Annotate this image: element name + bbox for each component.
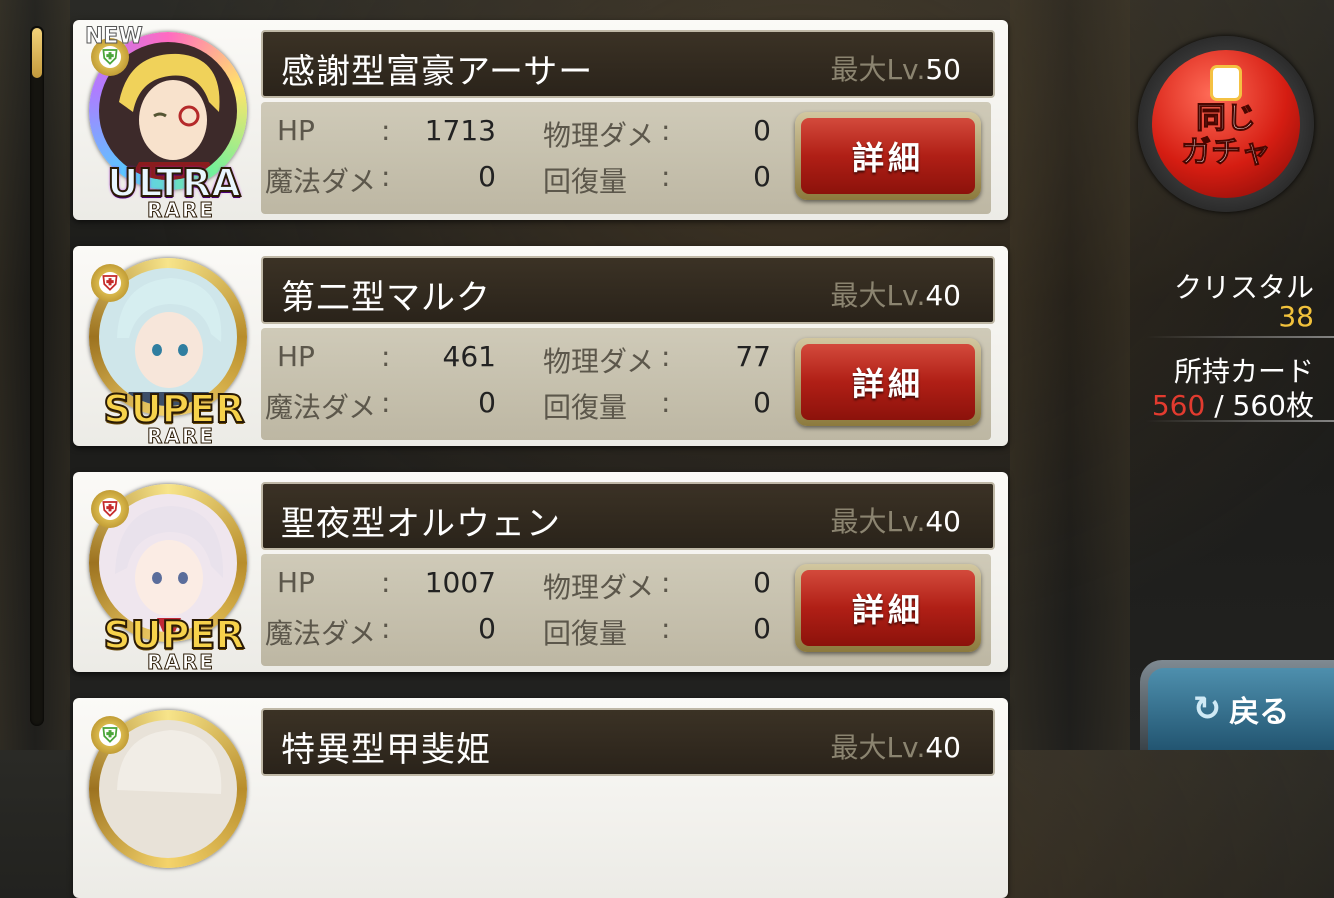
attribute-badge-icon: ⛨ [91,490,129,528]
character-portrait[interactable]: ⛨ SUPER RARE [79,252,247,449]
heal-colon: : [661,612,671,645]
card-name-bar: 特異型甲斐姫 最大Lv.40 [261,708,995,776]
mag-colon: : [381,612,391,645]
card-name: 感謝型富豪アーサー [281,52,594,92]
character-portrait[interactable]: ⛨ SUPER RARE [79,478,247,675]
gacha-icon [1213,68,1239,98]
same-gacha-button[interactable]: 同じ ガチャ [1138,36,1314,212]
rarity-label: ULTRA [106,161,241,205]
mag-label: 魔法ダメ [265,165,377,198]
back-button[interactable]: ↻ 戻る [1140,660,1334,750]
back-button-label: 戻る [1229,695,1290,730]
mag-value: 0 [478,612,496,645]
mag-label: 魔法ダメ [265,617,377,650]
mag-colon: : [381,160,391,193]
max-level: 最大Lv.40 [830,505,961,538]
max-level: 最大Lv.40 [830,279,961,312]
attribute-badge-icon: ⛨ [91,716,129,754]
max-level: 最大Lv.40 [830,731,961,764]
card-name-bar: 聖夜型オルウェン 最大Lv.40 [261,482,995,550]
rarity-sublabel: RARE [147,424,215,449]
mag-value: 0 [478,160,496,193]
phys-label: 物理ダメ [543,571,655,604]
back-button-face: ↻ 戻る [1148,668,1334,750]
return-arrow-icon: ↻ [1192,689,1222,729]
same-gacha-label: 同じ ガチャ [1181,101,1272,170]
mag-colon: : [381,386,391,419]
card-item[interactable]: ⛨ SUPER RARE 聖夜型オルウェン 最大Lv.40 HP : 1007 … [73,472,1008,675]
card-name: 特異型甲斐姫 [281,730,491,770]
heal-colon: : [661,386,671,419]
phys-value: 0 [753,566,771,599]
card-name: 第二型マルク [281,278,491,318]
heal-label: 回復量 [543,391,628,424]
character-portrait[interactable]: ⛨ [79,704,247,882]
card-name-bar: 第二型マルク 最大Lv.40 [261,256,995,324]
owned-cards-count: 560 / 560枚 [1151,389,1314,422]
heal-value: 0 [753,612,771,645]
scrollbar-track[interactable] [30,26,44,726]
card-item[interactable]: ⛨ SUPER RARE 第二型マルク 最大Lv.40 HP : 461 物理ダ… [73,246,1008,449]
phys-value: 0 [753,114,771,147]
hp-label: HP [277,340,315,373]
hp-colon: : [381,114,391,147]
crystal-value: 38 [1278,300,1314,333]
same-gacha-button-face: 同じ ガチャ [1152,50,1300,198]
rarity-sublabel: RARE [147,650,215,675]
detail-button[interactable]: 詳細 [795,564,981,652]
scrollbar-thumb[interactable] [32,28,42,78]
background-pillar [1010,0,1130,750]
detail-button-label: 詳細 [801,118,975,194]
card-name: 聖夜型オルウェン [281,504,561,544]
hp-value: 1007 [424,566,496,599]
character-portrait[interactable]: ⛨ NEW ULTRA RARE [79,24,247,223]
card-item[interactable]: ⛨ 特異型甲斐姫 最大Lv.40 [73,698,1008,898]
phys-value: 77 [735,340,771,373]
card-name-bar: 感謝型富豪アーサー 最大Lv.50 [261,30,995,98]
divider [1146,420,1334,422]
hp-value: 461 [442,340,496,373]
heal-colon: : [661,160,671,193]
detail-button-label: 詳細 [801,570,975,646]
detail-button[interactable]: 詳細 [795,112,981,200]
hp-label: HP [277,114,315,147]
rarity-label: SUPER [102,613,245,657]
detail-button[interactable]: 詳細 [795,338,981,426]
card-item[interactable]: ⛨ NEW ULTRA RARE 感謝型富豪アーサー 最大Lv.50 HP : … [73,20,1008,223]
attribute-badge-icon: ⛨ [91,264,129,302]
heal-value: 0 [753,386,771,419]
phys-colon: : [661,114,671,147]
phys-label: 物理ダメ [543,119,655,152]
max-level: 最大Lv.50 [830,53,961,86]
rarity-sublabel: RARE [147,198,215,223]
phys-label: 物理ダメ [543,345,655,378]
hp-label: HP [277,566,315,599]
hp-colon: : [381,566,391,599]
divider [1146,336,1334,338]
hp-value: 1713 [424,114,496,147]
mag-value: 0 [478,386,496,419]
phys-colon: : [661,340,671,373]
heal-value: 0 [753,160,771,193]
heal-label: 回復量 [543,165,628,198]
detail-button-label: 詳細 [801,344,975,420]
heal-label: 回復量 [543,617,628,650]
hp-colon: : [381,340,391,373]
new-label: NEW [85,24,144,50]
phys-colon: : [661,566,671,599]
rarity-label: SUPER [102,387,245,431]
mag-label: 魔法ダメ [265,391,377,424]
